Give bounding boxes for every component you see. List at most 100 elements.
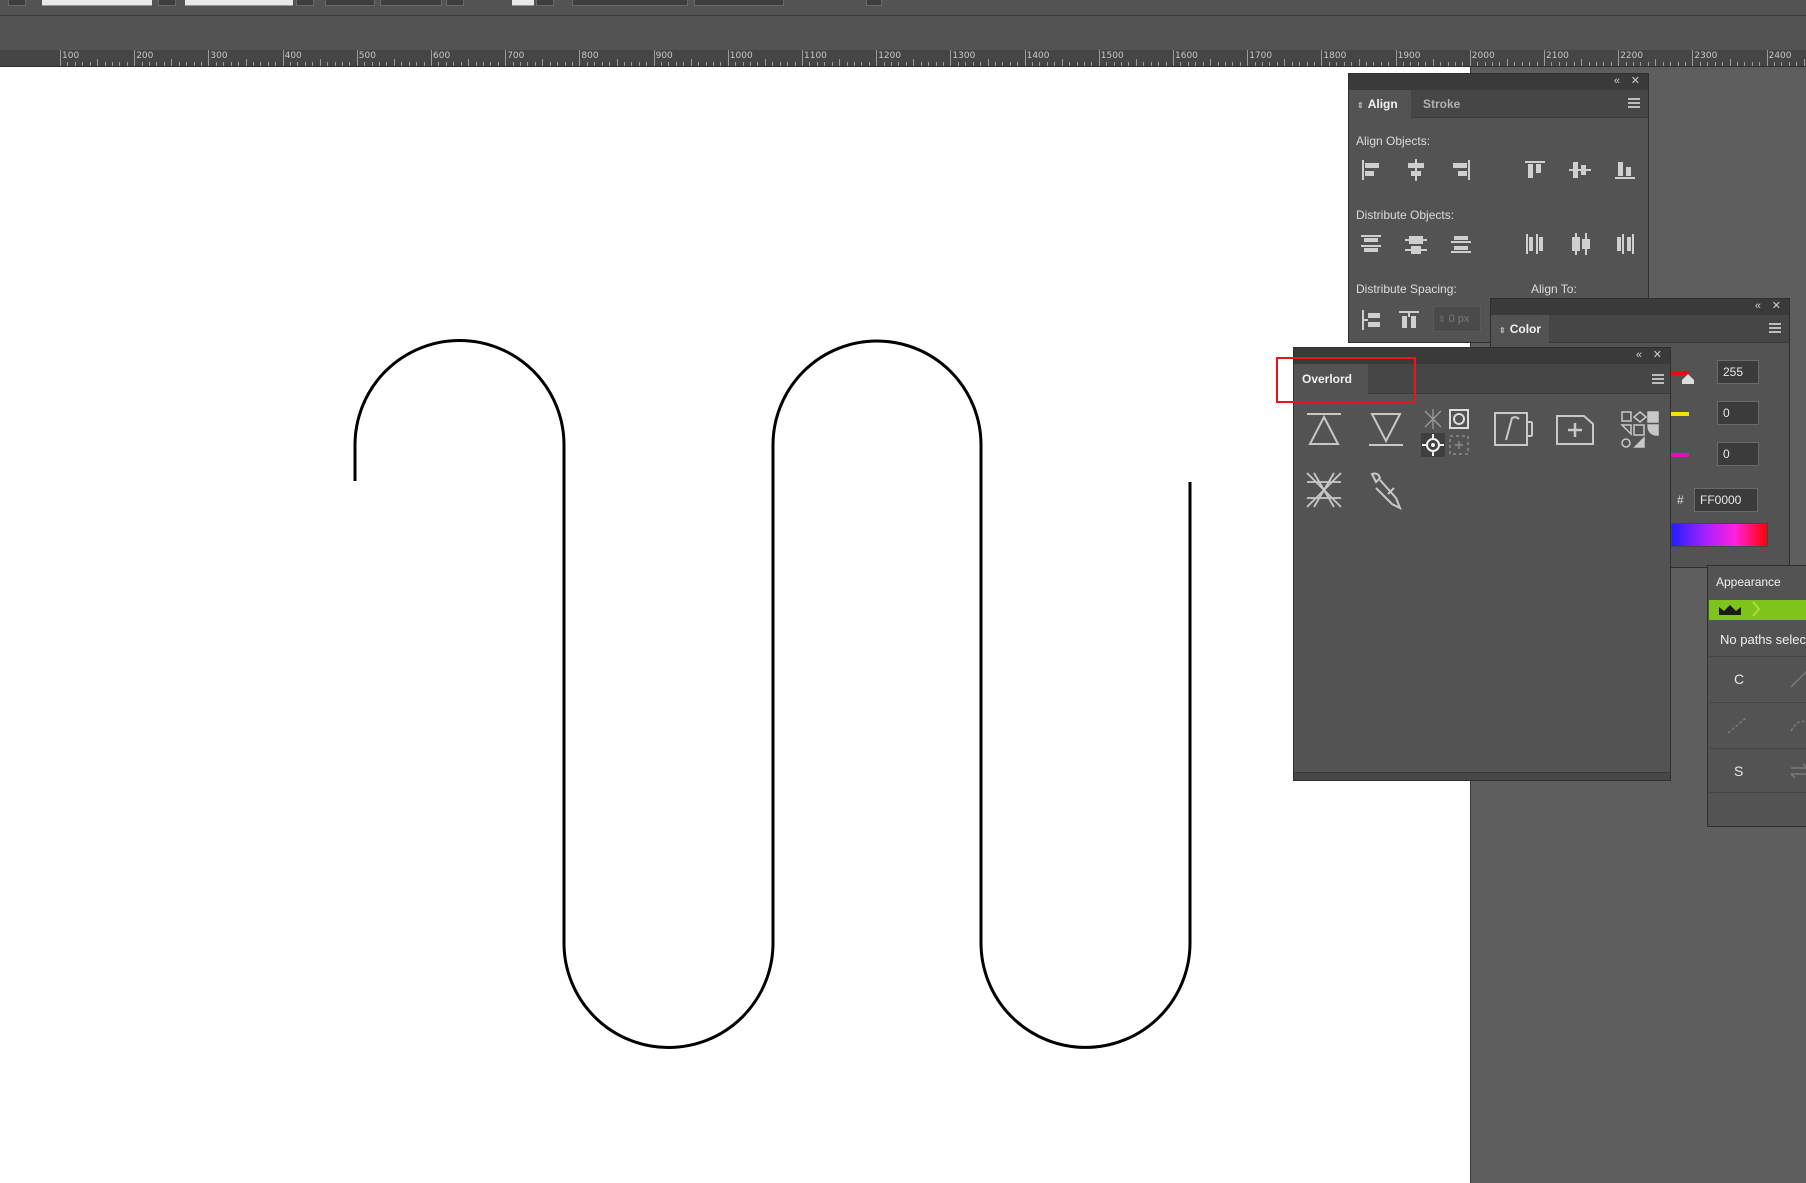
control-bar-field[interactable] [185, 0, 293, 6]
control-bar-field[interactable] [866, 0, 882, 6]
grid-shapes-icon[interactable] [1620, 410, 1660, 450]
ruler-tick [1633, 62, 1635, 66]
ruler-label: 100 [62, 51, 80, 61]
ruler-tick [972, 62, 974, 66]
ruler-tick [371, 62, 373, 66]
control-bar-field[interactable] [446, 0, 464, 6]
swap-arrows-icon[interactable] [1787, 759, 1806, 783]
brush-icon[interactable] [1787, 667, 1806, 691]
pen-pipette-icon[interactable] [1366, 470, 1406, 510]
ruler-tick [712, 62, 714, 66]
tab-stroke[interactable]: Stroke [1415, 90, 1468, 118]
frame-select-icon[interactable] [1447, 407, 1471, 431]
row-label: S [1734, 763, 1744, 779]
ruler-tick [1454, 62, 1456, 66]
crosshair-button[interactable] [1421, 433, 1445, 457]
vertical-distribute-space-icon[interactable] [1359, 308, 1383, 332]
ruler-tick [1158, 62, 1160, 66]
ruler-tick [1284, 59, 1286, 66]
disconnect-icon[interactable] [1304, 470, 1344, 510]
stepper-arrows-icon[interactable]: ⇳ [1438, 314, 1446, 324]
ruler-tick [564, 62, 566, 66]
ruler-tick [1655, 59, 1657, 66]
ruler-tick [1684, 62, 1686, 66]
panel-menu-icon[interactable] [1769, 323, 1781, 333]
align-bottom-icon[interactable] [1613, 158, 1637, 182]
horizontal-ruler[interactable]: 100 200 300 400 500 600 700 800 900 1000 1100 1200 1… [0, 50, 1806, 67]
distribute-vertical-center-icon[interactable] [1404, 232, 1428, 256]
control-bar-field[interactable] [158, 0, 176, 6]
target-selection-tool[interactable] [1421, 407, 1471, 457]
align-right-icon[interactable] [1449, 158, 1473, 182]
ruler-tick [453, 62, 455, 66]
align-vertical-center-icon[interactable] [1568, 158, 1592, 182]
ruler-tick [490, 62, 492, 66]
ruler-tick [846, 62, 848, 66]
add-artboard-icon[interactable] [1554, 410, 1596, 448]
ruler-label: 1400 [1026, 51, 1050, 61]
ruler-tick [898, 62, 900, 66]
panel-menu-icon[interactable] [1628, 98, 1640, 108]
ruler-tick [668, 62, 670, 66]
distribute-right-icon[interactable] [1613, 232, 1637, 256]
align-top-icon[interactable] [1523, 158, 1547, 182]
distribute-bottom-icon[interactable] [1449, 232, 1473, 256]
control-bar-field[interactable] [42, 0, 152, 6]
ruler-tick [631, 62, 633, 66]
panel-resize-grip[interactable] [1294, 772, 1670, 780]
ruler-tick [1046, 62, 1048, 66]
control-bar-field[interactable] [8, 0, 26, 6]
slider-handle-icon[interactable] [1681, 373, 1695, 385]
link-edit-icon[interactable] [1492, 410, 1534, 448]
artwork-canvas[interactable] [0, 67, 1471, 1183]
tab-align[interactable]: ⇕ Align [1349, 90, 1411, 118]
collapse-icon[interactable]: « [1755, 300, 1761, 313]
horizontal-distribute-space-icon[interactable] [1397, 308, 1421, 332]
pull-down-icon[interactable] [1366, 410, 1406, 448]
serpentine-path[interactable] [353, 339, 1192, 1049]
distribute-left-icon[interactable] [1523, 232, 1547, 256]
panel-tabs: ⇕ Color [1491, 315, 1789, 343]
close-icon[interactable]: ✕ [1653, 349, 1662, 362]
close-icon[interactable]: ✕ [1631, 75, 1640, 88]
color-spectrum[interactable] [1671, 523, 1768, 547]
collapse-icon[interactable]: « [1636, 349, 1642, 362]
green-value-input[interactable]: 0 [1717, 401, 1759, 425]
ruler-tick [1714, 62, 1716, 66]
push-up-icon[interactable] [1304, 410, 1344, 448]
panel-menu-icon[interactable] [1652, 374, 1664, 384]
control-bar-field[interactable] [694, 0, 784, 6]
spacing-value: 0 px [1448, 313, 1470, 325]
tab-appearance[interactable]: Appearance [1708, 566, 1806, 598]
spacing-stepper[interactable]: ⇳ 0 px [1433, 306, 1481, 332]
crosshair-icon[interactable] [1421, 433, 1445, 457]
hex-input[interactable]: FF0000 [1694, 488, 1758, 512]
dashed-frame-icon[interactable] [1447, 433, 1471, 457]
control-bar-field[interactable] [325, 0, 375, 6]
tab-color[interactable]: ⇕ Color [1491, 315, 1549, 343]
control-bar-field[interactable] [380, 0, 442, 6]
control-bar-field[interactable] [536, 0, 554, 6]
ruler-tick [1128, 62, 1130, 66]
ruler-tick [215, 62, 217, 66]
blue-value-input[interactable]: 0 [1717, 442, 1759, 466]
collapse-icon[interactable]: « [1614, 75, 1620, 88]
red-value-input[interactable]: 255 [1717, 360, 1759, 384]
appearance-panel: Appearance No paths selec C S [1707, 565, 1806, 827]
control-bar-field[interactable] [512, 0, 534, 6]
stroke-dash-icon[interactable] [1725, 713, 1749, 737]
align-left-icon[interactable] [1359, 158, 1383, 182]
curve-icon[interactable] [1787, 713, 1806, 737]
ruler-tick [1647, 62, 1649, 66]
sparkle-icon[interactable] [1421, 407, 1445, 431]
distribute-horizontal-center-icon[interactable] [1568, 232, 1592, 256]
control-bar-field[interactable] [572, 0, 688, 6]
ruler-label: 200 [136, 51, 154, 61]
ruler-tick [260, 62, 262, 66]
zigzag-icon [1752, 601, 1761, 617]
align-horizontal-center-icon[interactable] [1404, 158, 1428, 182]
control-bar-field[interactable] [296, 0, 314, 6]
close-icon[interactable]: ✕ [1772, 300, 1781, 313]
distribute-top-icon[interactable] [1359, 232, 1383, 256]
ruler-tick [304, 62, 306, 66]
